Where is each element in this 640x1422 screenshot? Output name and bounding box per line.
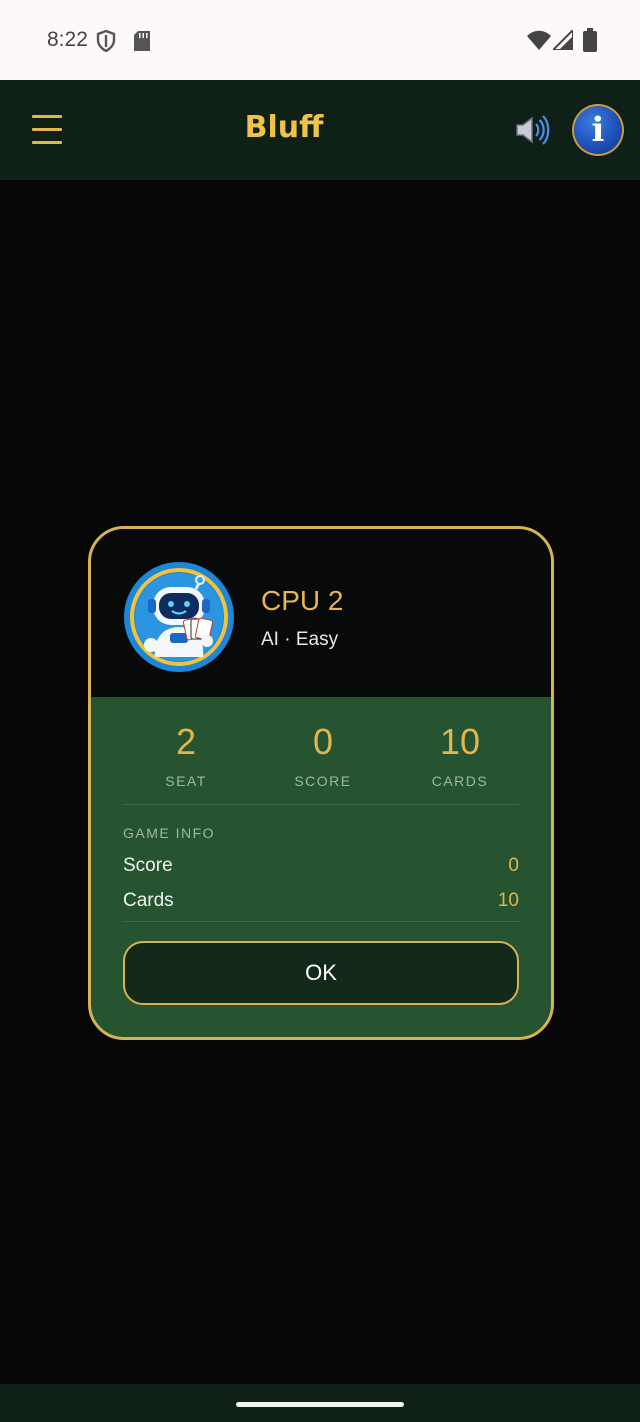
player-subtitle: AI · Easy: [261, 629, 339, 650]
signal-icon: [553, 30, 573, 50]
info-row-value: 10: [497, 890, 519, 911]
ok-button[interactable]: OK: [123, 941, 519, 1005]
app-bar: Bluff i: [0, 80, 640, 180]
info-row-value: 0: [508, 855, 519, 876]
info-icon: i: [591, 110, 605, 150]
stat-cards: 10 CARDS: [390, 721, 530, 789]
stat-value: 2: [175, 721, 197, 762]
divider: [123, 804, 519, 805]
battery-icon: [583, 28, 597, 52]
stat-value: 0: [312, 721, 334, 762]
status-bar: 8:22: [0, 0, 640, 80]
info-button[interactable]: i: [572, 104, 624, 156]
navigation-bar: [0, 1384, 640, 1422]
player-name: CPU 2: [261, 585, 344, 616]
stat-value: 10: [439, 721, 481, 762]
info-row-label: Cards: [123, 890, 174, 911]
info-row-label: Score: [123, 855, 173, 876]
stat-seat: 2 SEAT: [116, 721, 256, 789]
sd-card-icon: [134, 31, 150, 51]
speaker-icon: [516, 115, 550, 145]
info-row-cards: Cards 10: [123, 890, 519, 918]
stat-label: SEAT: [165, 773, 207, 789]
stat-label: SCORE: [294, 773, 352, 789]
app-title: Bluff: [244, 110, 324, 145]
dialog-header: CPU 2 AI · Easy: [91, 529, 551, 697]
info-row-score: Score 0: [123, 855, 519, 883]
game-info-title: GAME INFO: [123, 825, 216, 841]
divider: [123, 921, 519, 922]
stat-label: CARDS: [431, 773, 489, 789]
player-info-dialog: CPU 2 AI · Easy 2 SEAT 0 SCORE 10 CARDS …: [88, 526, 554, 1040]
robot-avatar-icon: [124, 562, 234, 672]
sound-button[interactable]: [514, 113, 550, 147]
wifi-icon: [527, 30, 551, 50]
stat-score: 0 SCORE: [253, 721, 393, 789]
status-time: 8:22: [47, 28, 88, 51]
shield-icon: [96, 30, 116, 52]
home-indicator[interactable]: [236, 1402, 404, 1407]
